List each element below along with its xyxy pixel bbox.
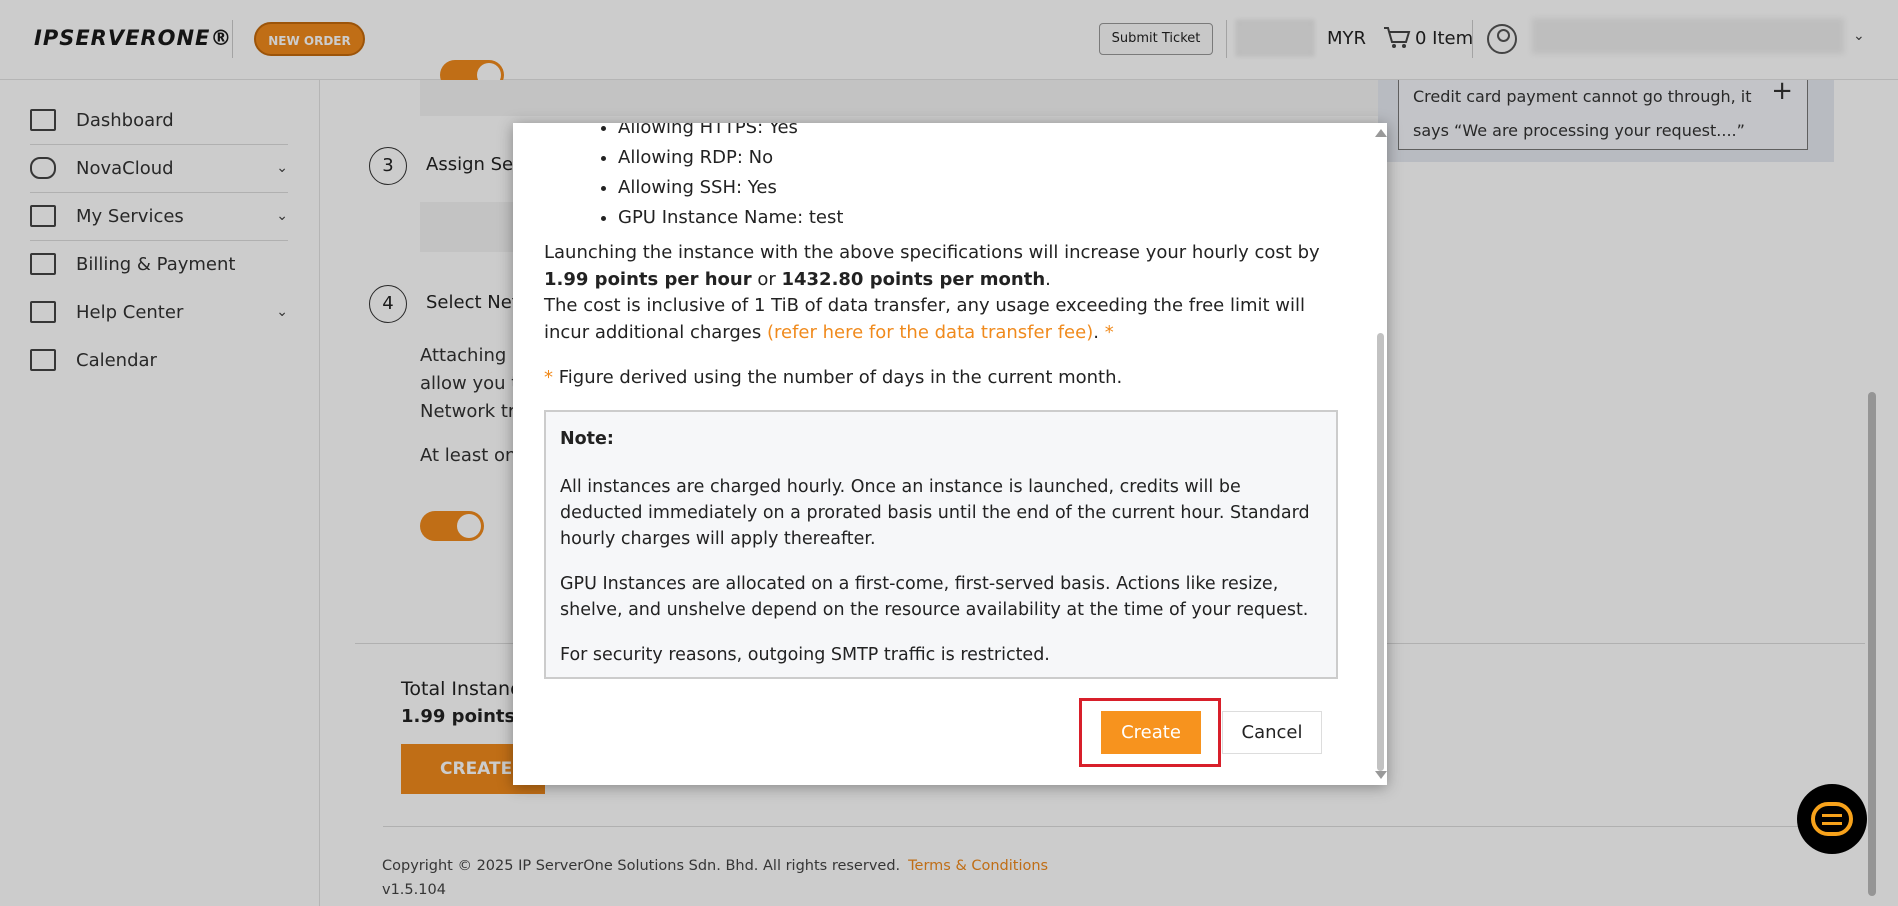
figure-footnote: * Figure derived using the number of day… xyxy=(544,364,1334,391)
data-transfer-fee-link[interactable]: (refer here for the data transfer fee) xyxy=(767,322,1093,343)
data-transfer-info: The cost is inclusive of 1 TiB of data t… xyxy=(544,292,1334,346)
hourly-cost: 1.99 points per hour xyxy=(544,269,752,290)
confirm-create-dialog: Allowing HTTPS: Yes Allowing RDP: No All… xyxy=(513,123,1387,785)
chat-support-button[interactable] xyxy=(1797,784,1867,854)
cost-text: . xyxy=(1045,269,1051,290)
asterisk-marker: * xyxy=(1104,322,1114,343)
scroll-down-arrow-icon[interactable] xyxy=(1375,771,1387,779)
modal-scrollbar-thumb[interactable] xyxy=(1377,333,1384,771)
asterisk-marker: * xyxy=(544,367,553,388)
transfer-text: . xyxy=(1093,322,1099,343)
cost-summary: Launching the instance with the above sp… xyxy=(544,239,1334,293)
spec-item: Allowing RDP: No xyxy=(618,143,843,173)
note-title: Note: xyxy=(560,429,614,449)
footnote-text: Figure derived using the number of days … xyxy=(558,367,1123,388)
note-box: Note: All instances are charged hourly. … xyxy=(544,410,1338,679)
cost-text: Launching the instance with the above sp… xyxy=(544,242,1320,263)
cost-text: or xyxy=(751,269,782,290)
spec-item: Allowing SSH: Yes xyxy=(618,173,843,203)
cancel-button[interactable]: Cancel xyxy=(1222,711,1322,754)
note-paragraph: All instances are charged hourly. Once a… xyxy=(560,477,1310,549)
spec-item: GPU Instance Name: test xyxy=(618,203,843,233)
create-button-highlight xyxy=(1079,698,1221,767)
monthly-cost: 1432.80 points per month xyxy=(781,269,1046,290)
note-paragraph: For security reasons, outgoing SMTP traf… xyxy=(560,645,1050,665)
note-paragraph: GPU Instances are allocated on a first-c… xyxy=(560,574,1309,620)
chat-bubble-icon xyxy=(1811,802,1853,836)
spec-item: Allowing HTTPS: Yes xyxy=(618,123,843,143)
spec-list: Allowing HTTPS: Yes Allowing RDP: No All… xyxy=(618,123,843,233)
scroll-up-arrow-icon[interactable] xyxy=(1375,129,1387,137)
